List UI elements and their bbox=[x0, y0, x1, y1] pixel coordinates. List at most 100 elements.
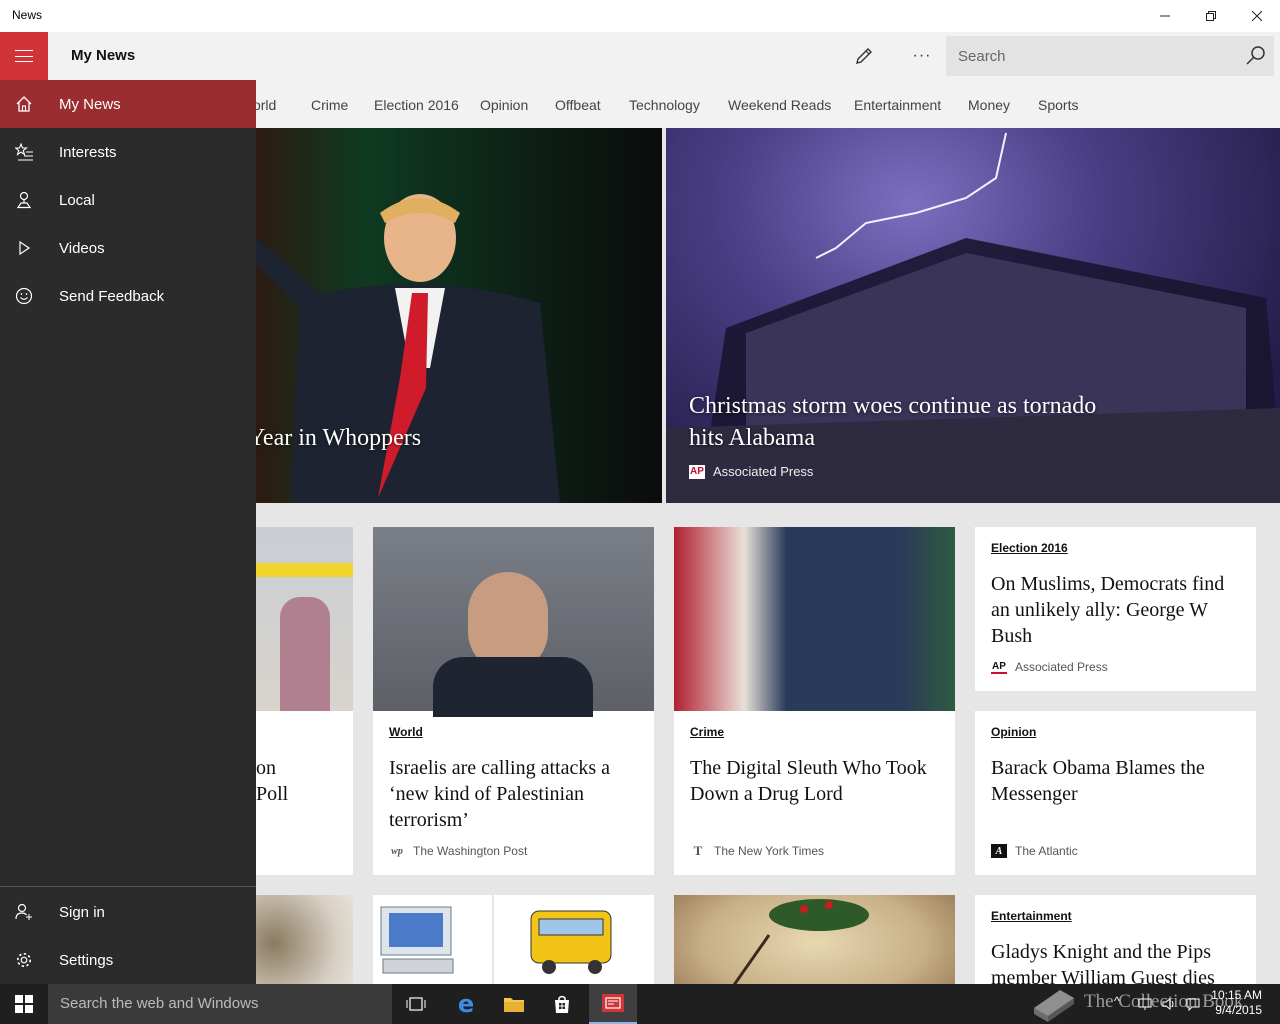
computer-bus-illustration bbox=[380, 895, 612, 984]
story-image bbox=[240, 527, 353, 711]
painting-illustration bbox=[732, 899, 869, 984]
story-card[interactable] bbox=[373, 895, 654, 984]
smiley-icon bbox=[0, 272, 48, 320]
story-source: AP Associated Press bbox=[991, 660, 1108, 674]
nav-label: Interests bbox=[59, 143, 117, 161]
hero-headline-2: Christmas storm woes continue as tornado… bbox=[689, 393, 1097, 451]
nav-label: Local bbox=[59, 191, 95, 209]
book-logo-icon bbox=[1034, 990, 1074, 1022]
nav-item-send-feedback[interactable]: Send Feedback bbox=[0, 272, 256, 320]
nav-item-videos[interactable]: Videos bbox=[0, 224, 256, 272]
restore-button[interactable] bbox=[1188, 0, 1234, 32]
start-button[interactable] bbox=[0, 984, 48, 1024]
file-explorer-button[interactable] bbox=[490, 984, 538, 1024]
story-card[interactable]: World Israelis are calling attacks a ‘ne… bbox=[373, 527, 654, 875]
story-image bbox=[674, 895, 955, 984]
news-app-icon bbox=[602, 994, 624, 1012]
windows-logo-icon bbox=[15, 995, 33, 1013]
story-headline: Israelis are calling attacks a ‘new kind… bbox=[389, 757, 610, 831]
watermark: The Collection Book bbox=[1030, 980, 1260, 1024]
story-category[interactable]: Entertainment bbox=[991, 909, 1072, 923]
story-image bbox=[373, 527, 654, 717]
category-crime[interactable]: Crime bbox=[311, 97, 348, 113]
nav-item-my-news[interactable]: My News bbox=[0, 80, 256, 128]
task-view-button[interactable] bbox=[392, 984, 440, 1024]
search-icon[interactable] bbox=[1244, 44, 1268, 68]
story-category[interactable]: World bbox=[389, 725, 423, 739]
nav-item-local[interactable]: Local bbox=[0, 176, 256, 224]
window-title: News bbox=[12, 8, 43, 22]
source-name: The New York Times bbox=[714, 844, 825, 858]
store-button[interactable] bbox=[538, 984, 586, 1024]
more-options-button[interactable]: ··· bbox=[906, 40, 938, 72]
nav-item-sign-in[interactable]: Sign in bbox=[0, 888, 256, 936]
source-name: The Atlantic bbox=[1015, 844, 1078, 858]
nav-label: Videos bbox=[59, 239, 105, 257]
search-input[interactable] bbox=[946, 36, 1236, 76]
story-headline: on Poll bbox=[256, 755, 341, 807]
nav-divider bbox=[0, 886, 256, 887]
story-card-partial[interactable] bbox=[240, 895, 353, 984]
headline-fragment: on bbox=[256, 757, 276, 779]
nav-label: Send Feedback bbox=[59, 287, 165, 305]
story-card-partial[interactable]: on Poll bbox=[240, 527, 353, 875]
hero-headline-1: Year in Whoppers bbox=[248, 425, 422, 451]
nav-item-interests[interactable]: Interests bbox=[0, 128, 256, 176]
task-view-icon bbox=[406, 997, 426, 1011]
category-technology[interactable]: Technology bbox=[629, 97, 700, 113]
story-category[interactable]: Crime bbox=[690, 725, 724, 739]
restore-icon bbox=[1206, 11, 1216, 21]
ap-logo-icon: AP bbox=[689, 464, 705, 479]
nyt-logo-icon: T bbox=[693, 843, 703, 858]
category-sports[interactable]: Sports bbox=[1038, 97, 1078, 113]
nav-label: Settings bbox=[59, 951, 114, 969]
location-icon bbox=[0, 176, 48, 224]
category-weekend-reads[interactable]: Weekend Reads bbox=[728, 97, 831, 113]
story-card[interactable]: Entertainment Gladys Knight and the Pips… bbox=[975, 895, 1256, 984]
story-card[interactable]: Crime The Digital Sleuth Who Took Down a… bbox=[674, 527, 955, 875]
minimize-button[interactable] bbox=[1142, 0, 1188, 32]
hero-story-2[interactable]: Christmas storm woes continue as tornado… bbox=[666, 128, 1280, 503]
category-entertainment[interactable]: Entertainment bbox=[854, 97, 941, 113]
story-category[interactable]: Opinion bbox=[991, 725, 1036, 739]
headline-fragment: Poll bbox=[256, 783, 289, 805]
app-header: My News ··· bbox=[0, 32, 1280, 80]
hamburger-button[interactable] bbox=[0, 32, 48, 80]
source-name: The Washington Post bbox=[413, 844, 528, 858]
story-headline: Barack Obama Blames the Messenger bbox=[991, 757, 1205, 805]
navigation-pane: My News Interests Local Videos Send Feed… bbox=[0, 80, 256, 984]
category-offbeat[interactable]: Offbeat bbox=[555, 97, 601, 113]
category-money[interactable]: Money bbox=[968, 97, 1010, 113]
wp-logo-icon: wp bbox=[391, 845, 403, 857]
home-icon bbox=[0, 80, 48, 128]
close-button[interactable] bbox=[1234, 0, 1280, 32]
taskbar-search-box[interactable]: Search the web and Windows bbox=[48, 984, 392, 1024]
search-box[interactable] bbox=[946, 36, 1274, 76]
nav-item-settings[interactable]: Settings bbox=[0, 936, 256, 984]
story-source: T The New York Times bbox=[690, 843, 825, 858]
ap-logo-icon: AP bbox=[991, 660, 1007, 674]
story-category[interactable]: Election 2016 bbox=[991, 541, 1068, 555]
hero-source-2: AP Associated Press bbox=[689, 464, 813, 479]
story-card[interactable]: Election 2016 On Muslims, Democrats find… bbox=[975, 527, 1256, 691]
category-opinion[interactable]: Opinion bbox=[480, 97, 528, 113]
story-image bbox=[373, 895, 654, 984]
close-icon bbox=[1252, 11, 1262, 21]
story-card[interactable] bbox=[674, 895, 955, 984]
person-add-icon bbox=[0, 888, 48, 936]
story-source: wp The Washington Post bbox=[389, 844, 527, 858]
edge-icon: e bbox=[457, 990, 475, 1018]
story-headline: The Digital Sleuth Who Took Down a Drug … bbox=[690, 757, 927, 805]
edit-button[interactable] bbox=[848, 40, 880, 72]
story-source: A The Atlantic bbox=[991, 844, 1078, 858]
gear-icon bbox=[0, 936, 48, 984]
minimize-icon bbox=[1160, 15, 1170, 17]
category-election-2016[interactable]: Election 2016 bbox=[374, 97, 459, 113]
page-title: My News bbox=[71, 47, 136, 64]
news-app-button[interactable] bbox=[589, 984, 637, 1024]
story-image bbox=[240, 895, 353, 984]
story-card[interactable]: Opinion Barack Obama Blames the Messenge… bbox=[975, 711, 1256, 875]
star-list-icon bbox=[0, 128, 48, 176]
hamburger-icon bbox=[15, 50, 33, 62]
edge-browser-button[interactable]: e bbox=[442, 984, 490, 1024]
